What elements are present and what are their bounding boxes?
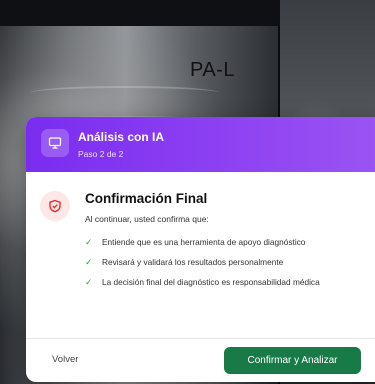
ai-analysis-modal: Análisis con IA Paso 2 de 2 Confirmación… xyxy=(26,117,375,382)
modal-body: Confirmación Final Al continuar, usted c… xyxy=(26,172,375,338)
modal-footer: Volver Confirmar y Analizar xyxy=(26,339,375,382)
list-item: ✓ La decisión final del diagnóstico es r… xyxy=(85,276,350,289)
confirmation-title: Confirmación Final xyxy=(85,191,208,206)
list-item-text: La decisión final del diagnóstico es res… xyxy=(102,277,320,287)
viewer-toolbar xyxy=(0,0,280,26)
modal-header: Análisis con IA Paso 2 de 2 xyxy=(26,117,375,172)
monitor-icon xyxy=(41,129,69,157)
confirmation-intro: Al continuar, usted confirma que: xyxy=(85,214,209,224)
confirmation-list: ✓ Entiende que es una herramienta de apo… xyxy=(85,236,350,296)
list-item: ✓ Entiende que es una herramienta de apo… xyxy=(85,236,350,249)
shield-icon xyxy=(40,191,70,221)
list-item-text: Entiende que es una herramienta de apoyo… xyxy=(102,237,306,247)
check-icon: ✓ xyxy=(85,237,93,247)
list-item: ✓ Revisará y validará los resultados per… xyxy=(85,256,350,269)
confirm-analyze-button[interactable]: Confirmar y Analizar xyxy=(224,347,361,374)
back-button[interactable]: Volver xyxy=(52,354,78,365)
check-icon: ✓ xyxy=(85,277,93,287)
xray-rib xyxy=(30,86,220,100)
list-item-text: Revisará y validará los resultados perso… xyxy=(102,257,284,267)
modal-title: Análisis con IA xyxy=(78,130,165,144)
step-indicator: Paso 2 de 2 xyxy=(78,149,124,159)
image-projection-label: PA-L xyxy=(190,59,235,81)
check-icon: ✓ xyxy=(85,257,93,267)
